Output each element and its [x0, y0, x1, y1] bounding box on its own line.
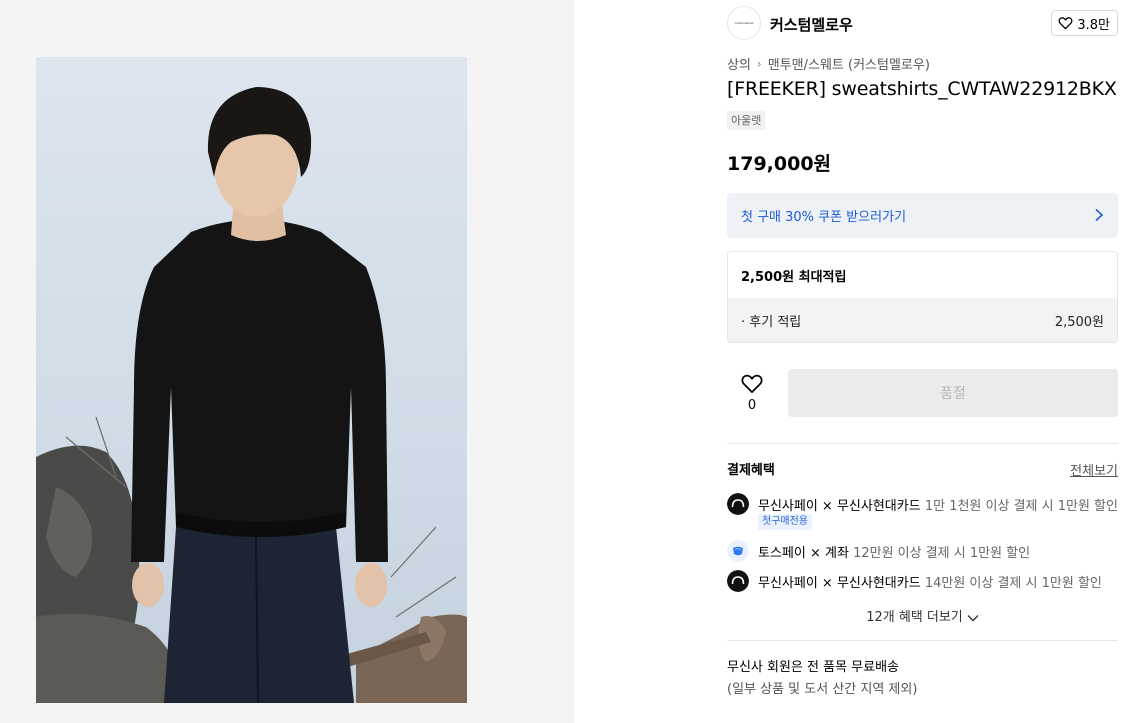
benefit-text: 무신사페이 × 무신사현대카드 1만 1천원 이상 결제 시 1만원 할인 [758, 495, 1118, 514]
brand-like-count: 3.8만 [1077, 17, 1110, 33]
purchase-row: 0 품절 [727, 369, 1118, 417]
brand-like-button[interactable]: 3.8만 [1051, 10, 1118, 36]
first-purchase-only-badge: 첫구매전용 [758, 514, 812, 530]
free-shipping-notice: 무신사 회원은 전 품목 무료배송 [727, 660, 900, 675]
benefit-name: 무신사페이 × 무신사현대카드 [758, 576, 921, 591]
benefit-text: 토스페이 × 계좌 12만원 이상 결제 시 1만원 할인 [758, 542, 1030, 561]
musinsa-pay-icon [727, 570, 749, 592]
product-info-panel: customellow 커스텀멜로우 3.8만 상의 › 맨투맨/스웨트 (커스… [727, 0, 1118, 723]
points-row: · 후기 적립 2,500원 [728, 298, 1117, 342]
wishlist-count: 0 [747, 398, 757, 413]
coupon-label: 첫 구매 30% 쿠폰 받으러가기 [741, 210, 907, 225]
outlet-tag: 아울렛 [727, 111, 766, 130]
wishlist-button[interactable]: 0 [739, 373, 765, 413]
product-price: 179,000원 [727, 153, 832, 175]
breadcrumb-category[interactable]: 상의 [727, 54, 751, 73]
product-main-image[interactable] [36, 57, 467, 703]
brand-logo[interactable]: customellow [727, 6, 761, 40]
more-benefits-button[interactable]: 12개 혜택 더보기 [727, 606, 1118, 625]
benefit-desc: 14만원 이상 결제 시 1만원 할인 [924, 576, 1102, 591]
brand-row: customellow 커스텀멜로우 3.8만 [727, 6, 1118, 40]
payment-benefits-title: 결제혜택 [727, 463, 775, 478]
toss-pay-icon [727, 540, 749, 562]
points-header: 2,500원 최대적립 [728, 252, 1117, 298]
heart-icon [1058, 17, 1073, 30]
see-all-benefits-link[interactable]: 전체보기 [1070, 460, 1118, 479]
brand-logo-text: customellow [734, 21, 754, 25]
divider [727, 640, 1118, 641]
chevron-right-icon [1095, 208, 1104, 222]
product-title: [FREEKER] sweatshirts_CWTAW22912BKX [727, 78, 1117, 100]
first-purchase-coupon-banner[interactable]: 첫 구매 30% 쿠폰 받으러가기 [727, 193, 1118, 238]
product-photo-illustration [36, 57, 467, 703]
breadcrumb: 상의 › 맨투맨/스웨트 (커스텀멜로우) [727, 54, 930, 74]
divider [727, 443, 1118, 444]
points-box: 2,500원 최대적립 · 후기 적립 2,500원 [727, 251, 1118, 343]
shipping-exception-note: (일부 상품 및 도서 산간 지역 제외) [727, 682, 918, 697]
musinsa-pay-icon [727, 493, 749, 515]
benefit-name: 토스페이 × 계좌 [758, 546, 849, 561]
chevron-down-icon [967, 614, 979, 621]
breadcrumb-subcategory[interactable]: 맨투맨/스웨트 (커스텀멜로우) [768, 54, 930, 73]
more-benefits-label: 12개 혜택 더보기 [866, 610, 963, 625]
benefit-desc: 12만원 이상 결제 시 1만원 할인 [853, 546, 1031, 561]
soldout-button[interactable]: 품절 [788, 369, 1118, 417]
benefit-text: 무신사페이 × 무신사현대카드 14만원 이상 결제 시 1만원 할인 [758, 572, 1102, 591]
chevron-right-icon: › [756, 56, 762, 71]
brand-name[interactable]: 커스텀멜로우 [770, 14, 853, 35]
points-row-value: 2,500원 [1054, 315, 1104, 330]
points-row-label: · 후기 적립 [741, 315, 802, 330]
heart-icon [741, 374, 763, 393]
benefit-desc: 1만 1천원 이상 결제 시 1만원 할인 [924, 499, 1118, 514]
benefit-name: 무신사페이 × 무신사현대카드 [758, 499, 921, 514]
product-gallery [0, 0, 574, 723]
